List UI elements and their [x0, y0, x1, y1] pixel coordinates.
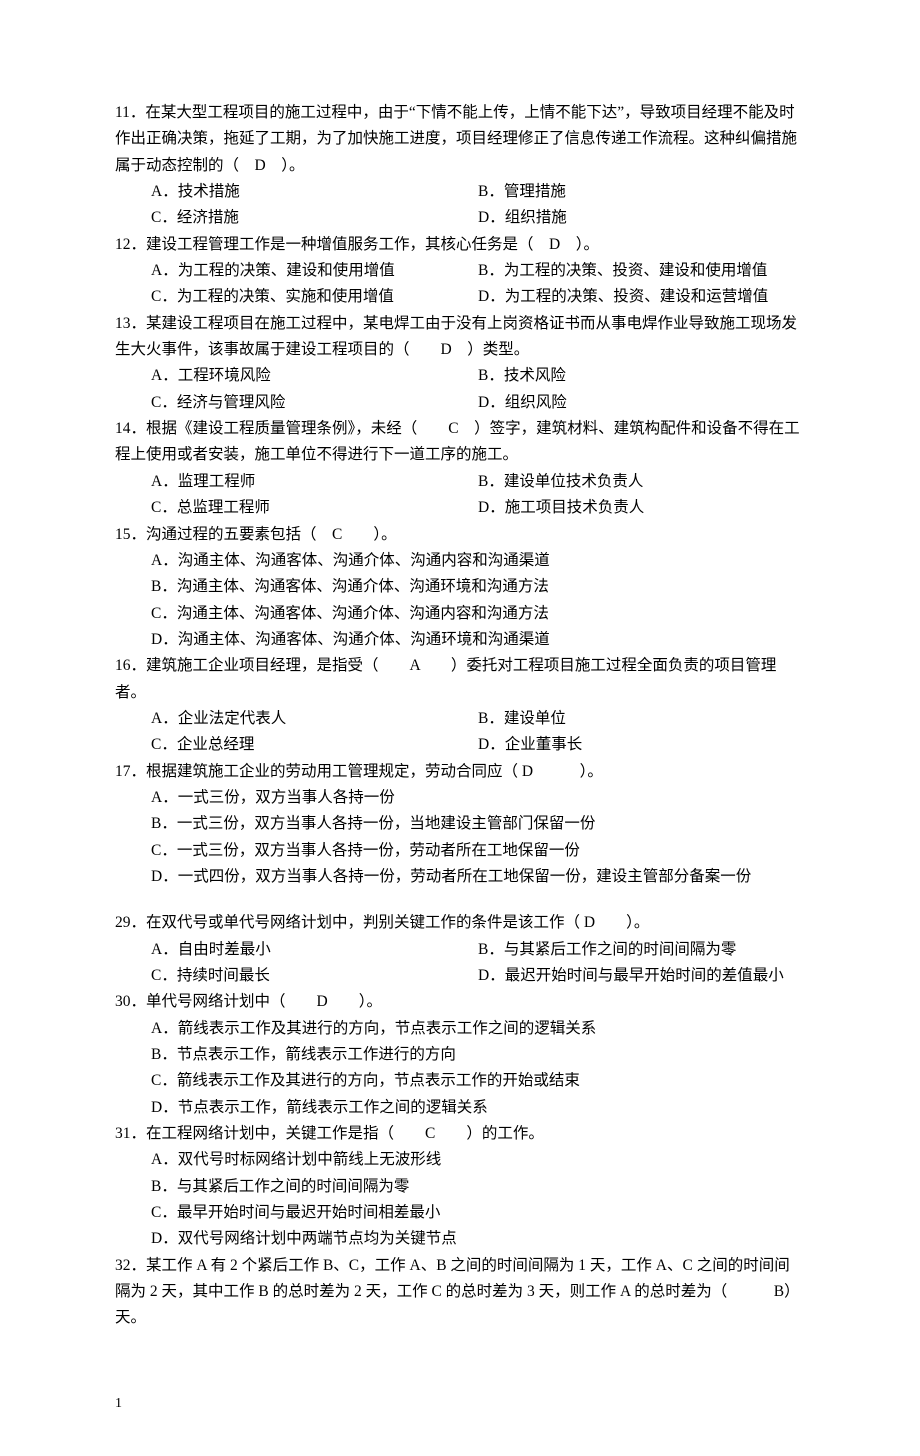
option-c: C．经济与管理风险: [151, 390, 478, 416]
question-text: 17．根据建筑施工企业的劳动用工管理规定，劳动合同应（ D ）。: [115, 759, 805, 785]
option-d: D．一式四份，双方当事人各持一份，劳动者所在工地保留一份，建设主管部分备案一份: [151, 864, 805, 890]
options: A．企业法定代表人B．建设单位C．企业总经理D．企业董事长: [115, 706, 805, 759]
option-d: D．沟通主体、沟通客体、沟通介体、沟通环境和沟通渠道: [151, 627, 805, 653]
option-d: D．组织措施: [478, 205, 805, 231]
option-c: C．持续时间最长: [151, 963, 478, 989]
option-a: A．企业法定代表人: [151, 706, 478, 732]
question: 31．在工程网络计划中，关键工作是指（ C ）的工作。A．双代号时标网络计划中箭…: [115, 1121, 805, 1253]
option-d: D．企业董事长: [478, 732, 805, 758]
question: 15．沟通过程的五要素包括（ C ）。A．沟通主体、沟通客体、沟通介体、沟通内容…: [115, 522, 805, 654]
question: 12．建设工程管理工作是一种增值服务工作，其核心任务是（ D ）。A．为工程的决…: [115, 232, 805, 311]
options: A．自由时差最小B．与其紧后工作之间的时间间隔为零C．持续时间最长D．最迟开始时…: [115, 937, 805, 990]
option-c: C．最早开始时间与最迟开始时间相差最小: [151, 1200, 805, 1226]
question-text: 31．在工程网络计划中，关键工作是指（ C ）的工作。: [115, 1121, 805, 1147]
option-c: C．箭线表示工作及其进行的方向，节点表示工作的开始或结束: [151, 1068, 805, 1094]
option-d: D．组织风险: [478, 390, 805, 416]
question: 13．某建设工程项目在施工过程中，某电焊工由于没有上岗资格证书而从事电焊作业导致…: [115, 311, 805, 416]
question: 29．在双代号或单代号网络计划中，判别关键工作的条件是该工作（ D ）。A．自由…: [115, 910, 805, 989]
question-text: 16．建筑施工企业项目经理，是指受（ A ）委托对工程项目施工过程全面负责的项目…: [115, 653, 805, 706]
option-a: A．技术措施: [151, 179, 478, 205]
option-b: B．技术风险: [478, 363, 805, 389]
question: 30．单代号网络计划中（ D ）。A．箭线表示工作及其进行的方向，节点表示工作之…: [115, 989, 805, 1121]
question-text: 29．在双代号或单代号网络计划中，判别关键工作的条件是该工作（ D ）。: [115, 910, 805, 936]
option-d: D．最迟开始时间与最早开始时间的差值最小: [478, 963, 805, 989]
options: A．技术措施B．管理措施C．经济措施D．组织措施: [115, 179, 805, 232]
option-c: C．一式三份，双方当事人各持一份，劳动者所在工地保留一份: [151, 838, 805, 864]
option-b: B．节点表示工作，箭线表示工作进行的方向: [151, 1042, 805, 1068]
option-b: B．为工程的决策、投资、建设和使用增值: [478, 258, 805, 284]
question-text: 12．建设工程管理工作是一种增值服务工作，其核心任务是（ D ）。: [115, 232, 805, 258]
options: A．双代号时标网络计划中箭线上无波形线B．与其紧后工作之间的时间间隔为零C．最早…: [115, 1147, 805, 1252]
option-b: B．一式三份，双方当事人各持一份，当地建设主管部门保留一份: [151, 811, 805, 837]
option-c: C．沟通主体、沟通客体、沟通介体、沟通内容和沟通方法: [151, 601, 805, 627]
option-c: C．为工程的决策、实施和使用增值: [151, 284, 478, 310]
option-b: B．管理措施: [478, 179, 805, 205]
question-text: 15．沟通过程的五要素包括（ C ）。: [115, 522, 805, 548]
options: A．一式三份，双方当事人各持一份B．一式三份，双方当事人各持一份，当地建设主管部…: [115, 785, 805, 890]
question: 14．根据《建设工程质量管理条例》，未经（ C ）签字，建筑材料、建筑构配件和设…: [115, 416, 805, 521]
option-d: D．为工程的决策、投资、建设和运营增值: [478, 284, 805, 310]
option-d: D．节点表示工作，箭线表示工作之间的逻辑关系: [151, 1095, 805, 1121]
document-body: 11．在某大型工程项目的施工过程中，由于“下情不能上传，上情不能下达”，导致项目…: [115, 100, 805, 1332]
option-a: A．双代号时标网络计划中箭线上无波形线: [151, 1147, 805, 1173]
option-a: A．为工程的决策、建设和使用增值: [151, 258, 478, 284]
options: A．监理工程师B．建设单位技术负责人C．总监理工程师D．施工项目技术负责人: [115, 469, 805, 522]
option-d: D．施工项目技术负责人: [478, 495, 805, 521]
option-d: D．双代号网络计划中两端节点均为关键节点: [151, 1226, 805, 1252]
option-a: A．工程环境风险: [151, 363, 478, 389]
page-number: 1: [115, 1392, 805, 1416]
options: A．箭线表示工作及其进行的方向，节点表示工作之间的逻辑关系B．节点表示工作，箭线…: [115, 1016, 805, 1121]
option-c: C．经济措施: [151, 205, 478, 231]
option-c: C．总监理工程师: [151, 495, 478, 521]
question-text: 13．某建设工程项目在施工过程中，某电焊工由于没有上岗资格证书而从事电焊作业导致…: [115, 311, 805, 364]
option-b: B．沟通主体、沟通客体、沟通介体、沟通环境和沟通方法: [151, 574, 805, 600]
options: A．沟通主体、沟通客体、沟通介体、沟通内容和沟通渠道B．沟通主体、沟通客体、沟通…: [115, 548, 805, 653]
question: 16．建筑施工企业项目经理，是指受（ A ）委托对工程项目施工过程全面负责的项目…: [115, 653, 805, 758]
question: 11．在某大型工程项目的施工过程中，由于“下情不能上传，上情不能下达”，导致项目…: [115, 100, 805, 232]
option-a: A．箭线表示工作及其进行的方向，节点表示工作之间的逻辑关系: [151, 1016, 805, 1042]
question-text: 32．某工作 A 有 2 个紧后工作 B、C，工作 A、B 之间的时间间隔为 1…: [115, 1253, 805, 1332]
option-c: C．企业总经理: [151, 732, 478, 758]
option-b: B．与其紧后工作之间的时间间隔为零: [151, 1174, 805, 1200]
option-b: B．建设单位技术负责人: [478, 469, 805, 495]
option-a: A．沟通主体、沟通客体、沟通介体、沟通内容和沟通渠道: [151, 548, 805, 574]
options: A．工程环境风险B．技术风险C．经济与管理风险D．组织风险: [115, 363, 805, 416]
question-text: 11．在某大型工程项目的施工过程中，由于“下情不能上传，上情不能下达”，导致项目…: [115, 100, 805, 179]
question: 32．某工作 A 有 2 个紧后工作 B、C，工作 A、B 之间的时间间隔为 1…: [115, 1253, 805, 1332]
option-b: B．与其紧后工作之间的时间间隔为零: [478, 937, 805, 963]
option-a: A．一式三份，双方当事人各持一份: [151, 785, 805, 811]
question-text: 14．根据《建设工程质量管理条例》，未经（ C ）签字，建筑材料、建筑构配件和设…: [115, 416, 805, 469]
option-a: A．监理工程师: [151, 469, 478, 495]
question-text: 30．单代号网络计划中（ D ）。: [115, 989, 805, 1015]
options: A．为工程的决策、建设和使用增值B．为工程的决策、投资、建设和使用增值C．为工程…: [115, 258, 805, 311]
question: 17．根据建筑施工企业的劳动用工管理规定，劳动合同应（ D ）。A．一式三份，双…: [115, 759, 805, 911]
option-b: B．建设单位: [478, 706, 805, 732]
option-a: A．自由时差最小: [151, 937, 478, 963]
